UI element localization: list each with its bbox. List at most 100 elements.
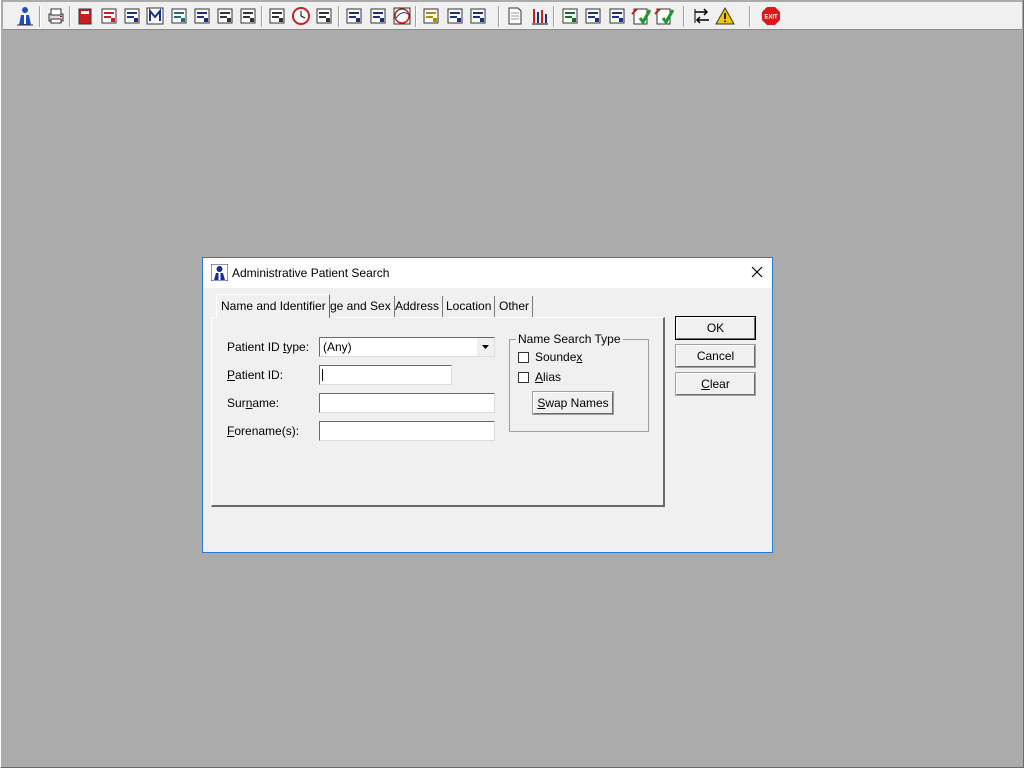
globe-button[interactable] [392, 6, 412, 26]
monitor-button[interactable] [314, 6, 334, 26]
toolbar-separator [553, 6, 555, 27]
bar-chart-icon [532, 9, 548, 25]
book-button[interactable] [75, 6, 95, 26]
bed-button[interactable] [445, 6, 465, 26]
report-icon [370, 8, 386, 24]
soundex-label[interactable]: Soundex [535, 350, 582, 364]
bar-chart-button[interactable] [530, 6, 550, 26]
scan-icon [470, 8, 486, 24]
warning-button[interactable] [715, 6, 735, 26]
edit-note-button[interactable] [99, 6, 119, 26]
checklist-button[interactable] [583, 6, 603, 26]
notes-icon [423, 8, 439, 24]
label-text: atient ID: [235, 368, 284, 382]
clinician-button[interactable] [169, 6, 189, 26]
dialog-title: Administrative Patient Search [232, 266, 390, 280]
print-button[interactable] [46, 6, 66, 26]
toolbar-separator [338, 6, 340, 27]
patient-button[interactable] [15, 6, 35, 26]
surname-input[interactable] [319, 393, 495, 413]
approve-button[interactable] [631, 6, 651, 26]
network-icon [562, 8, 578, 24]
tab-other[interactable]: Other [495, 296, 534, 317]
tab-address[interactable]: Address [391, 296, 444, 317]
patient-id-type-value: (Any) [323, 340, 352, 354]
swap-names-button[interactable]: Swap Names [532, 391, 614, 415]
chevron-down-icon [482, 345, 489, 349]
clock-button[interactable] [291, 6, 311, 26]
flag-button[interactable] [215, 6, 235, 26]
dropdown-button[interactable] [477, 338, 494, 356]
button-label: OK [706, 321, 725, 335]
dialog-titlebar[interactable]: Administrative Patient Search [203, 258, 772, 288]
flag-alt-button[interactable] [238, 6, 258, 26]
cancel-button[interactable]: Cancel [675, 344, 756, 368]
toolbar-separator [39, 6, 41, 27]
print-icon [48, 8, 64, 24]
toolbar-separator [749, 6, 751, 27]
swap-button[interactable] [692, 6, 712, 26]
soundex-checkbox[interactable] [518, 352, 529, 363]
form-icon [194, 8, 210, 24]
tab-label: Name and Identifier [221, 299, 326, 313]
label-accelerator: x [576, 350, 583, 364]
exit-button[interactable]: EXIT [761, 6, 781, 26]
mail-button[interactable] [267, 6, 287, 26]
patient-id-label: Patient ID: [227, 368, 283, 382]
tab-name-and-identifier[interactable]: Name and Identifier [216, 294, 330, 318]
letter-m-button[interactable] [145, 6, 165, 26]
flag-icon [217, 8, 233, 24]
document-button[interactable] [505, 6, 525, 26]
report-button[interactable] [368, 6, 388, 26]
patient-id-type-select[interactable]: (Any) [319, 337, 495, 357]
worklist-button[interactable] [122, 6, 142, 26]
network-button[interactable] [560, 6, 580, 26]
label-text: Patient ID [227, 340, 284, 354]
button-label: Cancel [696, 349, 735, 363]
label-text: lias [543, 370, 562, 384]
svg-text:EXIT: EXIT [764, 15, 778, 21]
patient-search-dialog: Administrative Patient Search Name and I… [202, 257, 773, 553]
form-button[interactable] [192, 6, 212, 26]
main-toolbar: EXIT [3, 2, 1022, 30]
patient-id-input[interactable] [319, 365, 452, 385]
toolbar-separator [261, 6, 263, 27]
forename-label: Forename(s): [227, 424, 299, 438]
toolbar-separator [683, 6, 685, 27]
label-accelerator: A [535, 370, 544, 384]
clock-icon [292, 7, 310, 25]
clear-button[interactable]: Clear [675, 372, 756, 396]
label-accelerator: C [701, 377, 710, 391]
clinician-icon [171, 8, 187, 24]
globe-icon [393, 7, 411, 25]
tab-label: Other [499, 299, 530, 313]
close-button[interactable] [743, 258, 771, 286]
tab-location[interactable]: Location [442, 296, 496, 317]
ok-button[interactable]: OK [675, 316, 756, 340]
label-text: Sounde [535, 350, 577, 364]
notes-button[interactable] [421, 6, 441, 26]
approve-alt-button[interactable] [654, 6, 674, 26]
label-text: Sur [227, 396, 246, 410]
alias-checkbox[interactable] [518, 372, 529, 383]
exit-icon: EXIT [762, 7, 780, 25]
application-window: EXIT Administrative Patient Search Name … [0, 0, 1024, 768]
forename-input[interactable] [319, 421, 495, 441]
worklist-icon [124, 8, 140, 24]
label-text: ame: [252, 396, 280, 410]
scan-button[interactable] [468, 6, 488, 26]
review-button[interactable] [607, 6, 627, 26]
toolbar-separator [415, 6, 417, 27]
approve-icon [631, 8, 651, 25]
chart-icon [346, 8, 362, 24]
label-text: orename(s): [234, 424, 300, 438]
book-icon [78, 8, 92, 25]
chart-button[interactable] [344, 6, 364, 26]
button-label: lear [709, 377, 730, 391]
warning-icon [715, 6, 735, 25]
edit-note-icon [101, 8, 117, 24]
patient-icon [17, 7, 33, 26]
letter-m-icon [146, 7, 164, 25]
button-label: wap Names [545, 396, 609, 410]
alias-label[interactable]: Alias [535, 370, 561, 384]
